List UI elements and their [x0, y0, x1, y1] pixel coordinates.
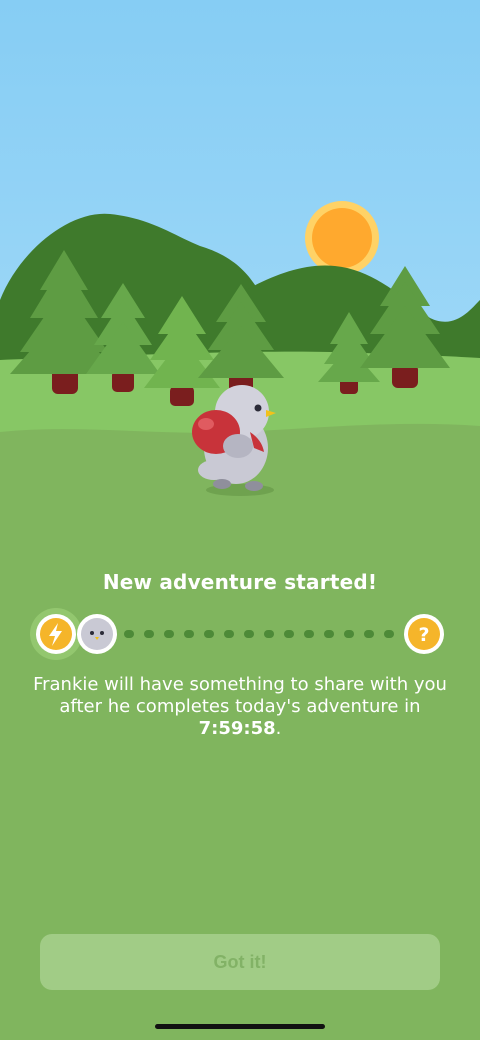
question-mark-icon: ?: [404, 614, 444, 654]
adventure-message: Frankie will have something to share wit…: [20, 674, 460, 740]
home-indicator[interactable]: [155, 1024, 325, 1029]
bird-face-icon: [77, 614, 117, 654]
message-text: Frankie will have something to share wit…: [33, 674, 447, 717]
got-it-button[interactable]: Got it!: [40, 934, 440, 990]
lightning-bolt-icon: [30, 608, 82, 660]
progress-track: [124, 630, 394, 638]
adventure-scene: [0, 0, 480, 560]
adventure-progress: ?: [30, 608, 444, 660]
adventure-headline: New adventure started!: [102, 570, 378, 594]
countdown-timer: 7:59:58: [198, 718, 276, 739]
message-suffix: .: [275, 718, 282, 739]
svg-text:?: ?: [418, 624, 429, 646]
